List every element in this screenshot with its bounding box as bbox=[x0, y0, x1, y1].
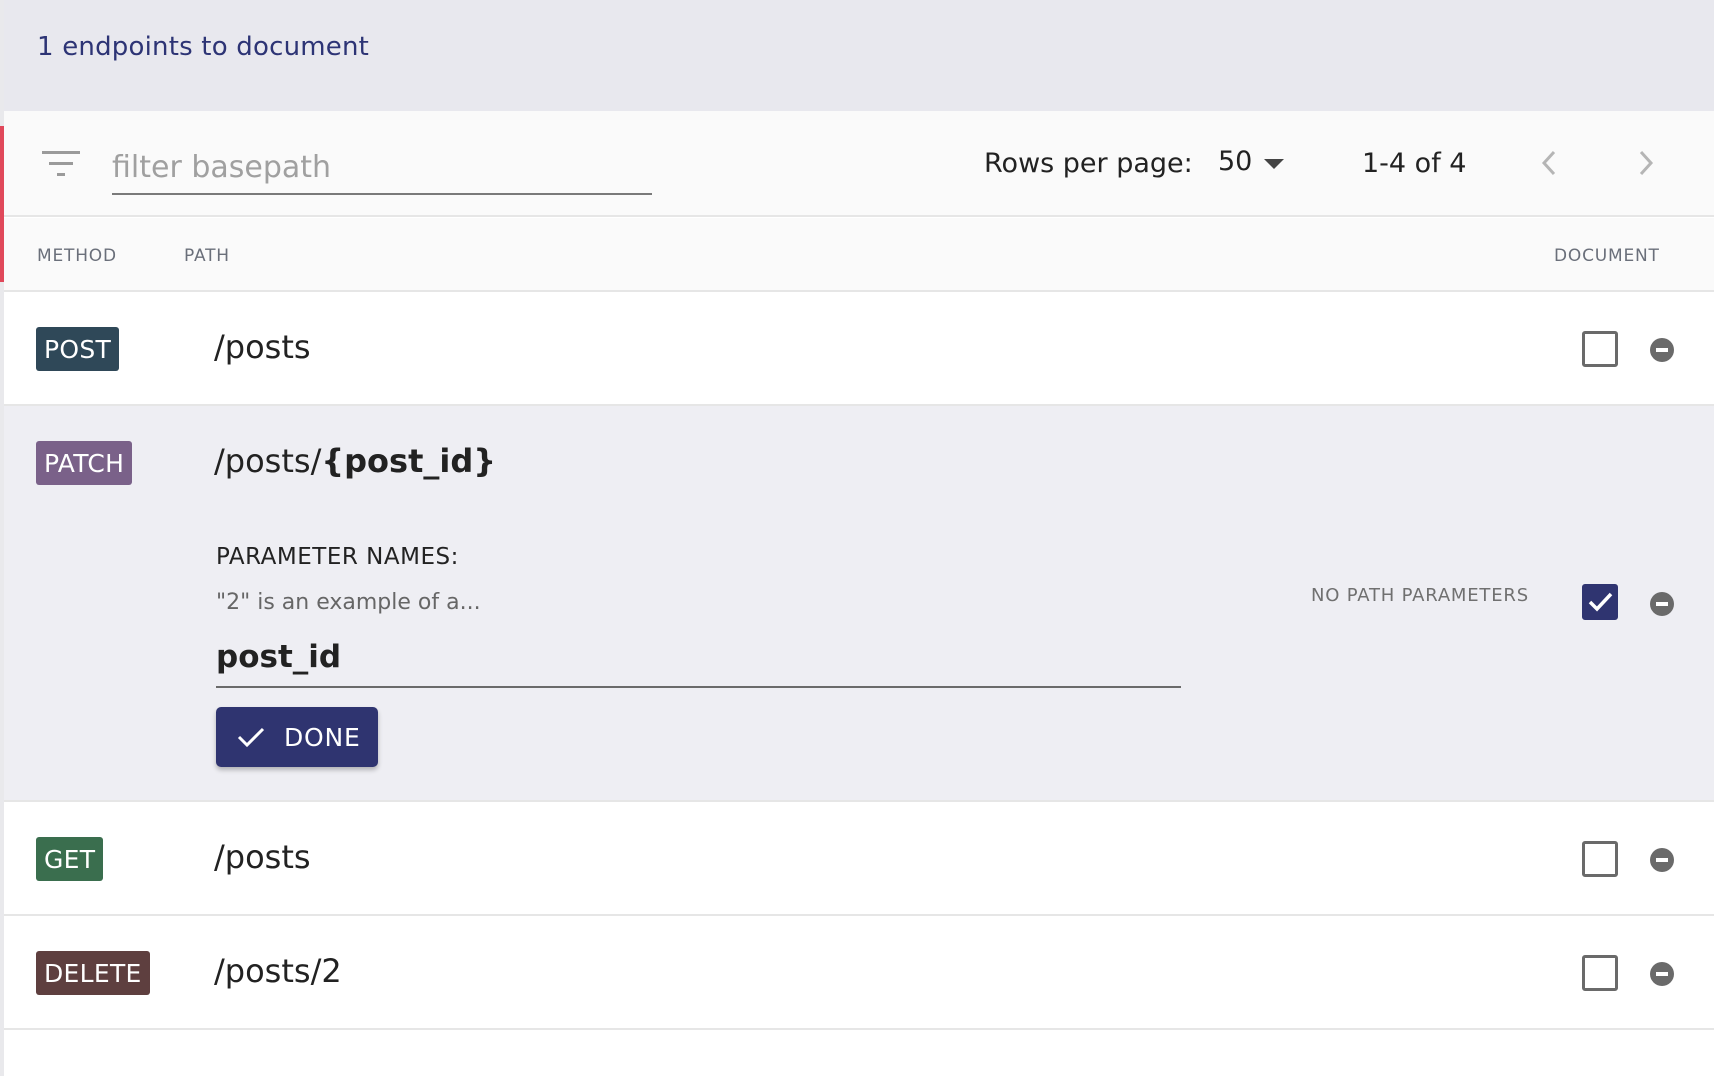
table-toolbar: Rows per page: 50 1-4 of 4 bbox=[4, 111, 1714, 217]
parameter-names-label: PARAMETER NAMES: bbox=[216, 544, 459, 570]
chevron-left-icon bbox=[1541, 150, 1556, 176]
pagination-range: 1-4 of 4 bbox=[1362, 148, 1467, 179]
document-checkbox-checked[interactable] bbox=[1582, 584, 1618, 620]
rows-per-page-select[interactable]: 50 bbox=[1218, 146, 1252, 177]
table-row-expanded[interactable]: PATCH /posts/{post_id} PARAMETER NAMES: … bbox=[4, 406, 1714, 802]
minus-circle-icon[interactable] bbox=[1650, 848, 1674, 872]
check-icon bbox=[237, 727, 265, 748]
no-path-parameters-label: NO PATH PARAMETERS bbox=[1311, 585, 1529, 606]
endpoint-path: /posts bbox=[214, 328, 311, 366]
document-checkbox[interactable] bbox=[1582, 955, 1618, 991]
table-row[interactable]: GET /posts bbox=[4, 802, 1714, 916]
page-title: 1 endpoints to document bbox=[37, 32, 370, 62]
method-badge-patch: PATCH bbox=[36, 441, 133, 485]
check-icon bbox=[1588, 592, 1613, 612]
filter-field bbox=[112, 139, 652, 195]
rows-per-page-label: Rows per page: bbox=[984, 148, 1193, 179]
column-document[interactable]: DOCUMENT bbox=[1554, 246, 1660, 266]
done-button[interactable]: DONE bbox=[216, 707, 378, 767]
endpoints-panel: 1 endpoints to document Rows per page: 5… bbox=[0, 0, 1714, 1076]
chevron-right-icon bbox=[1639, 150, 1654, 176]
path-prefix: /posts bbox=[214, 328, 311, 366]
filter-basepath-input[interactable] bbox=[112, 139, 652, 193]
endpoint-path: /posts/2 bbox=[214, 952, 342, 990]
minus-circle-icon[interactable] bbox=[1650, 592, 1674, 616]
table-row[interactable]: POST /posts bbox=[4, 292, 1714, 406]
endpoint-path: /posts bbox=[214, 838, 311, 876]
method-badge-post: POST bbox=[36, 327, 120, 371]
document-checkbox[interactable] bbox=[1582, 841, 1618, 877]
document-checkbox[interactable] bbox=[1582, 331, 1618, 367]
path-parameter: {post_id} bbox=[321, 442, 497, 480]
endpoint-path: /posts/{post_id} bbox=[214, 442, 496, 480]
path-prefix: /posts/ bbox=[214, 442, 322, 480]
parameter-name-input[interactable] bbox=[216, 628, 1181, 686]
column-path[interactable]: PATH bbox=[184, 246, 230, 266]
caret-down-icon[interactable] bbox=[1264, 159, 1284, 169]
next-page-button[interactable] bbox=[1626, 143, 1666, 183]
parameter-name-field bbox=[216, 628, 1181, 688]
path-prefix: /posts/2 bbox=[214, 952, 342, 990]
parameter-hint: "2" is an example of a... bbox=[216, 590, 481, 615]
previous-page-button[interactable] bbox=[1529, 143, 1569, 183]
table-row[interactable]: DELETE /posts/2 bbox=[4, 916, 1714, 1030]
header-bar: 1 endpoints to document bbox=[4, 0, 1714, 111]
filter-icon[interactable] bbox=[42, 149, 80, 179]
path-prefix: /posts bbox=[214, 838, 311, 876]
table-column-header: METHOD PATH DOCUMENT bbox=[4, 218, 1714, 292]
column-method[interactable]: METHOD bbox=[37, 246, 117, 266]
done-button-label: DONE bbox=[284, 723, 361, 752]
minus-circle-icon[interactable] bbox=[1650, 962, 1674, 986]
method-badge-get: GET bbox=[36, 837, 104, 881]
minus-circle-icon[interactable] bbox=[1650, 338, 1674, 362]
method-badge-delete: DELETE bbox=[36, 951, 150, 995]
